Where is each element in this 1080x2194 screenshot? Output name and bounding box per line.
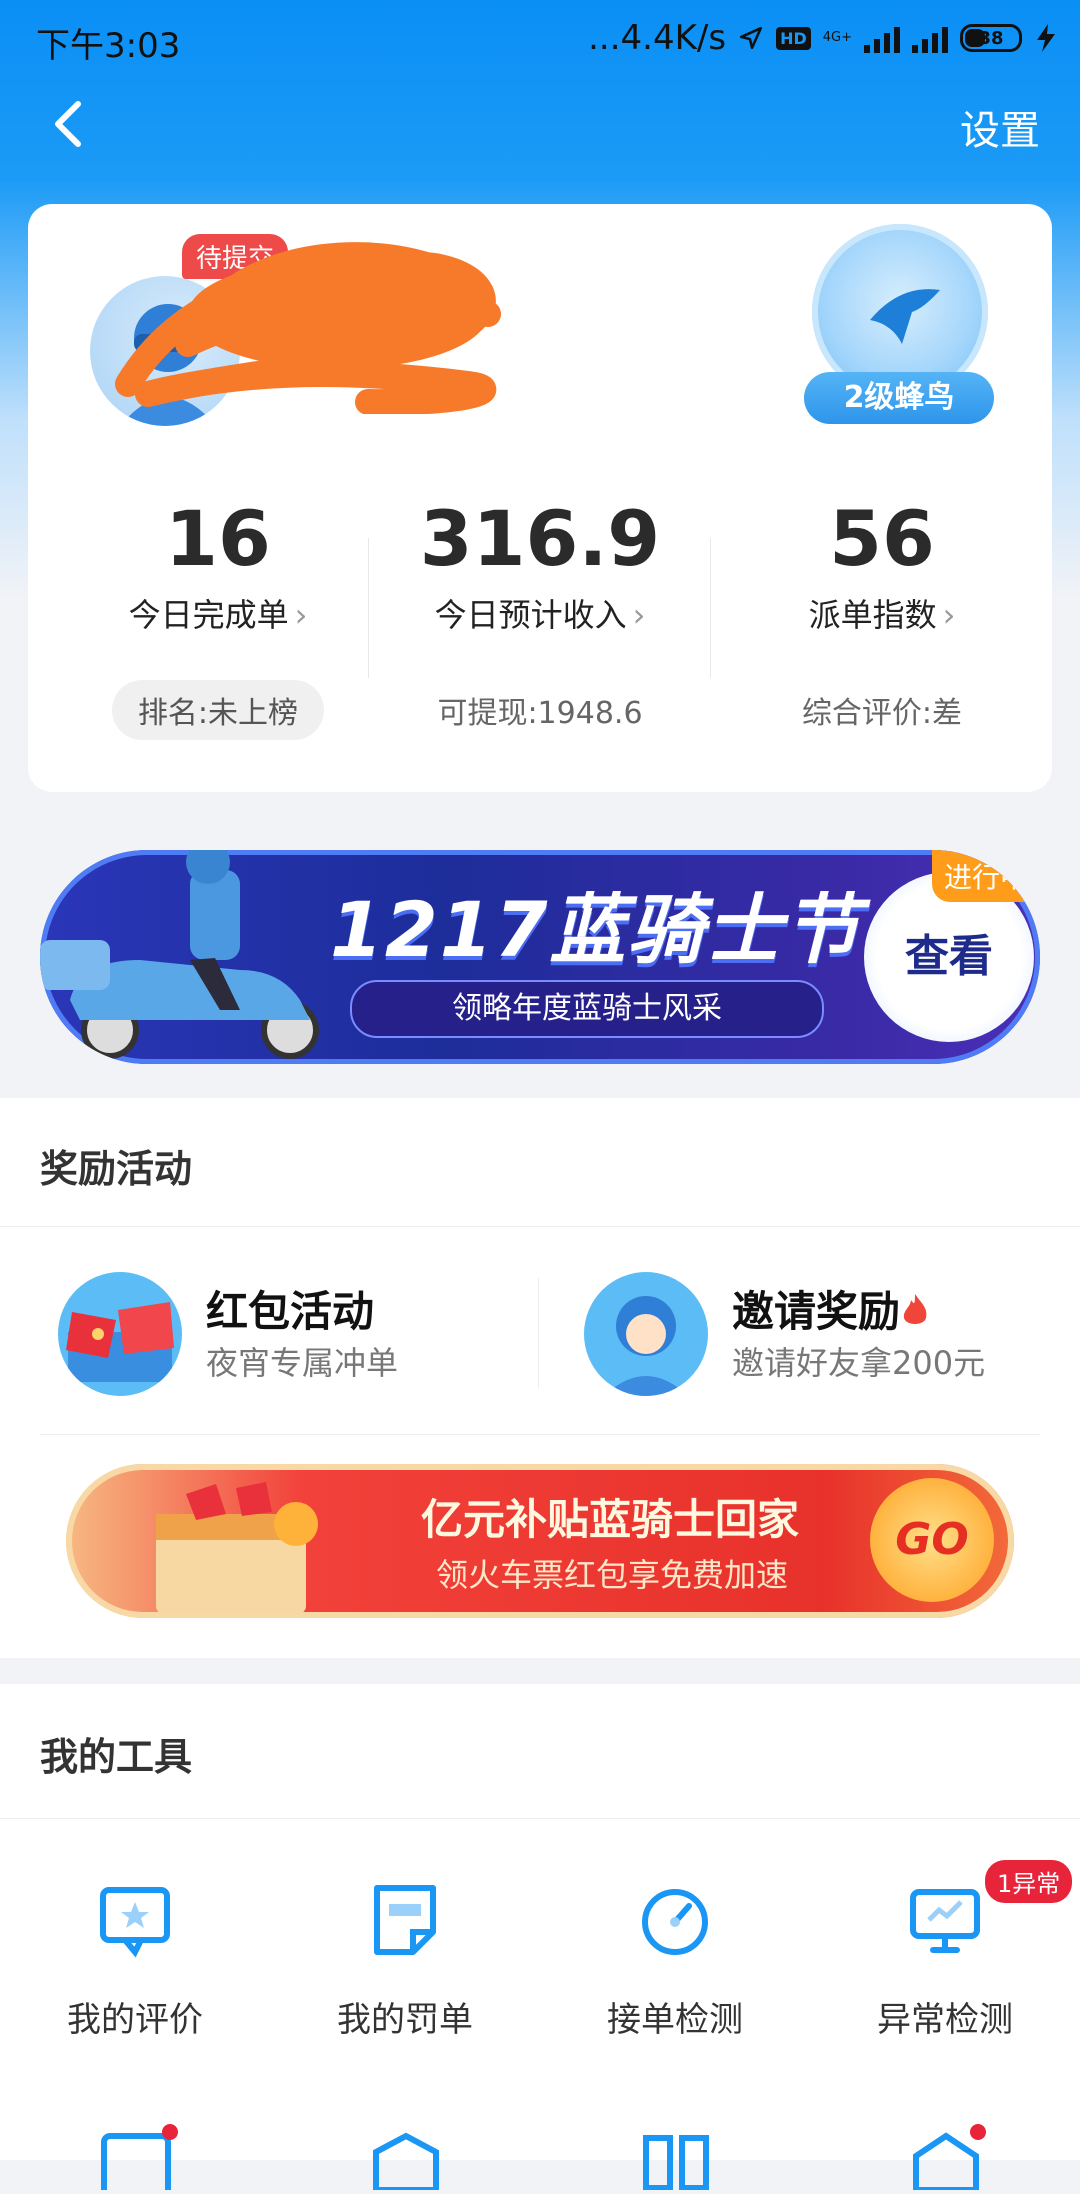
divider [538,1278,539,1388]
subsidy-banner[interactable]: 亿元补贴蓝骑士回家 领火车票红包享免费加速 GO [66,1464,1014,1618]
battery-level: 38 [978,27,1004,49]
divider [0,1818,1080,1819]
location-icon [740,26,763,50]
stat-value: 56 [829,494,935,583]
tool-my-rating[interactable]: 我的评价 [0,1880,270,2041]
gift-box-icon [156,1482,318,1614]
network-type: 4G+ [822,30,852,45]
estimated-income-link[interactable]: 今日预计收入 › [370,590,710,636]
status-indicators: ...4.4K/s HD 4G+ 38 [588,18,1058,58]
rating-icon [95,1880,175,1960]
rank-pill: 排名:未上榜 [111,680,325,740]
stat-estimated-income: 316.9 今日预计收入 › 可提现:1948.6 [370,494,710,732]
back-button[interactable] [40,94,100,154]
subsidy-title: 亿元补贴蓝骑士回家 [421,1495,800,1544]
tool-label: 我的罚单 [337,2000,473,2040]
chevron-right-icon: › [294,596,308,634]
tool-order-check[interactable]: 接单检测 [540,1880,810,2041]
red-packet-activity[interactable]: 红包活动 夜宵专属冲单 [58,1268,518,1408]
knight-festival-banner[interactable]: 1217蓝骑士节 领略年度蓝骑士风采 查看 进行中 [40,850,1040,1064]
chevron-right-icon: › [942,596,956,634]
chevron-left-icon [55,101,81,147]
banner-subtitle: 领略年度蓝骑士风采 [350,980,824,1038]
notification-dot [970,2124,986,2140]
go-button[interactable]: GO [870,1478,994,1602]
invite-reward[interactable]: 邀请奖励 邀请好友拿200元 [584,1268,1044,1408]
charging-icon [1037,24,1055,52]
signal-icon [864,23,900,53]
notification-dot [162,2124,178,2140]
chevron-right-icon: › [632,596,646,634]
completed-orders-link[interactable]: 今日完成单 › [48,590,388,636]
divider [710,538,711,678]
level-label: 2级蜂鸟 [804,372,994,424]
reward-title: 红包活动 [206,1287,375,1336]
tools-section-title: 我的工具 [40,1735,193,1779]
ticket-icon [365,1880,445,1960]
monitor-icon: 1异常 [905,1860,1073,1960]
stat-completed-orders: 16 今日完成单 › 排名:未上榜 [48,494,388,740]
in-progress-badge: 进行中 [931,850,1040,902]
dispatch-index-link[interactable]: 派单指数 › [712,590,1052,636]
divider [0,1226,1080,1227]
rider-avatar-icon [604,1296,688,1396]
tool-anomaly-check[interactable]: 1异常 异常检测 [810,1860,1080,2041]
reward-subtitle: 夜宵专属冲单 [206,1344,399,1382]
divider [40,1434,1040,1435]
battery-icon: 38 [960,24,1022,52]
rewards-section-title: 奖励活动 [40,1147,193,1191]
stat-value: 16 [165,494,271,583]
subsidy-subtitle: 领火车票红包享免费加速 [436,1556,789,1594]
status-bar: 下午3:03 ...4.4K/s HD 4G+ 38 [0,0,1080,78]
tool-row2-icon[interactable] [366,2130,446,2193]
tool-row2-icon[interactable] [96,2124,178,2194]
reward-subtitle: 邀请好友拿200元 [732,1344,986,1382]
tool-row2-icon[interactable] [906,2124,986,2193]
nav-bar: 设置 [0,80,1080,164]
tool-label: 我的评价 [67,2000,203,2040]
tool-label: 接单检测 [607,2000,743,2040]
hd-icon: HD [776,26,811,50]
tool-my-tickets[interactable]: 我的罚单 [270,1880,540,2041]
level-badge[interactable]: 2级蜂鸟 [804,224,994,424]
stat-dispatch-index: 56 派单指数 › 综合评价:差 [712,494,1052,732]
reward-title: 邀请奖励 [732,1278,930,1339]
banner-title: 1217蓝骑士节 [330,885,862,974]
overall-rating: 综合评价:差 [801,696,963,731]
scooter-rider-icon [40,850,319,1059]
withdrawable-amount: 可提现:1948.6 [437,696,643,731]
stat-value: 316.9 [419,494,661,583]
tool-row2-icon[interactable] [636,2130,716,2191]
redaction-scribble [115,242,501,414]
network-speed: ...4.4K/s [588,18,727,58]
signal-icon-2 [912,23,948,53]
status-time: 下午3:03 [36,26,181,66]
divider [368,538,369,678]
settings-button[interactable]: 设置 [960,98,1040,156]
gauge-icon [635,1880,715,1960]
anomaly-badge: 1异常 [985,1860,1073,1903]
red-envelope-icon [66,1302,174,1382]
profile-card: 待提交 2级蜂鸟 16 今日完成单 › 排名:未上榜 316.9 今日预计收入 › … [28,204,1052,792]
flame-icon [903,1294,927,1324]
tool-label: 异常检测 [877,2000,1013,2040]
